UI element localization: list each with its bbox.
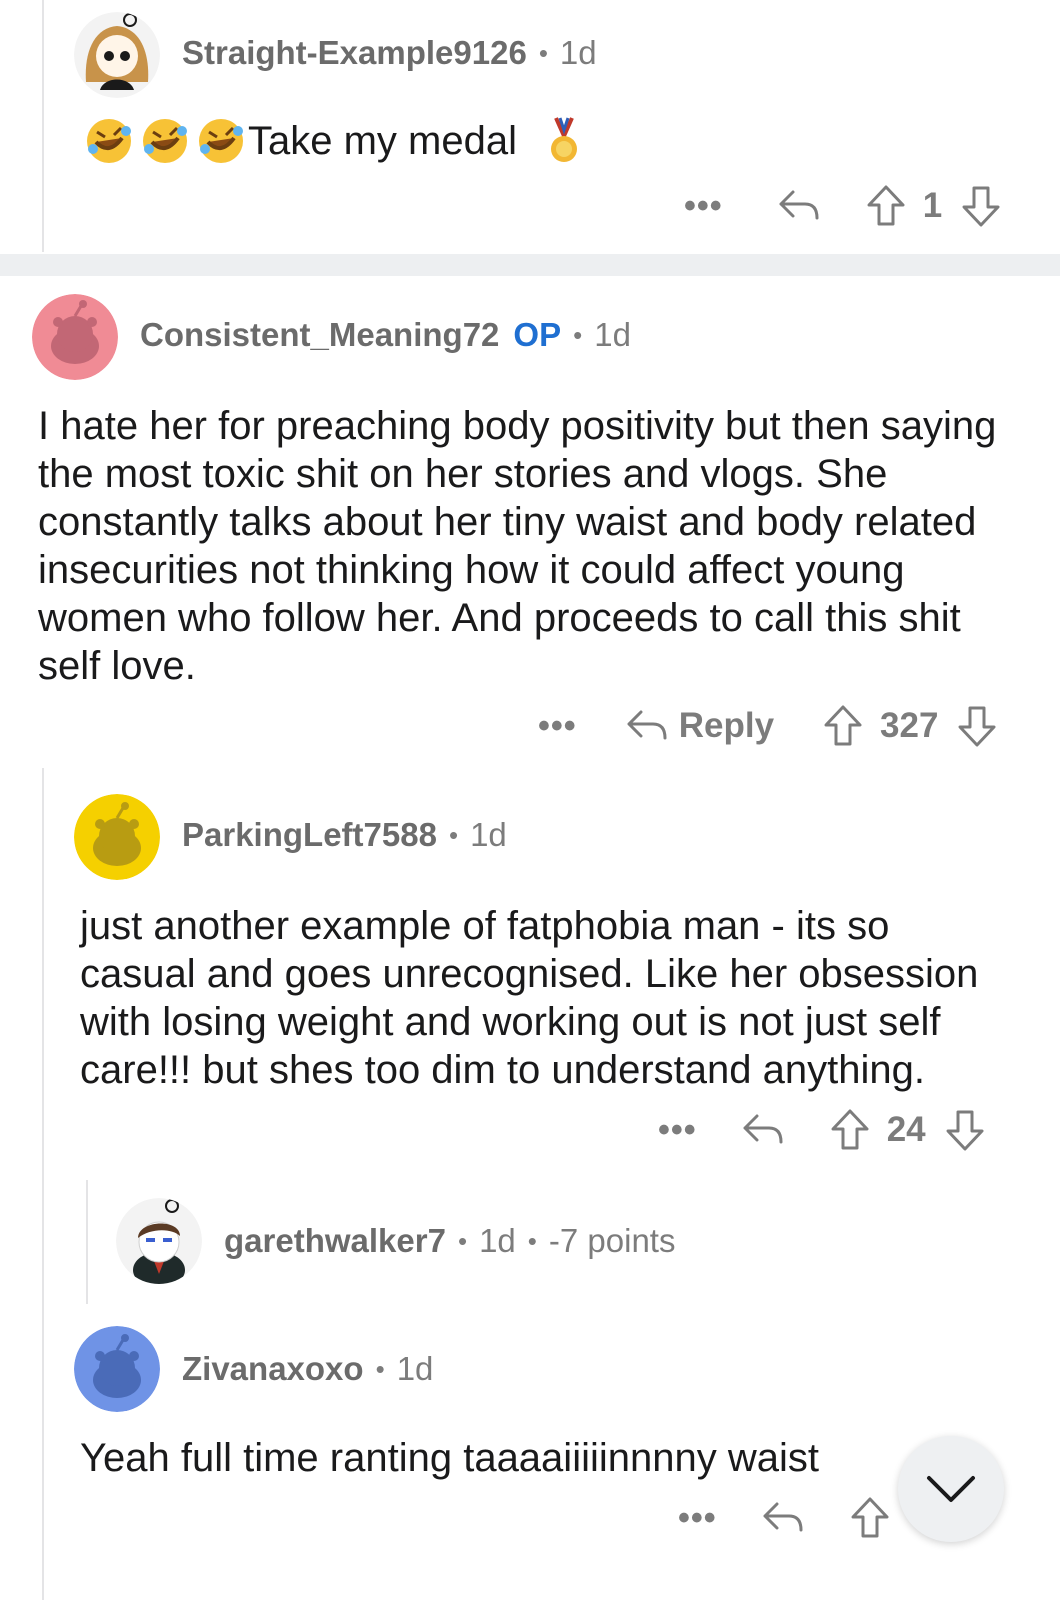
more-options-icon[interactable]: •••	[658, 1113, 697, 1147]
comment-age: 1d	[559, 34, 597, 71]
avatar[interactable]	[116, 1198, 202, 1284]
username[interactable]: Consistent_Meaning72	[140, 316, 499, 354]
vote-count: 24	[886, 1110, 926, 1149]
avatar[interactable]	[74, 1326, 160, 1412]
upvote-arrow-icon[interactable]	[829, 1108, 871, 1152]
more-options-icon[interactable]: •••	[684, 189, 723, 223]
avatar[interactable]	[32, 294, 118, 380]
thread-line	[42, 0, 44, 252]
username[interactable]: garethwalker7	[224, 1222, 446, 1260]
comment-body: Take my medal	[84, 116, 589, 166]
vote-controls: 1	[865, 184, 1002, 228]
meta-separator-dot: •	[573, 319, 583, 350]
vote-controls: 24	[829, 1108, 986, 1152]
comment-age: 1d	[594, 316, 631, 353]
reply-arrow-icon	[743, 1114, 783, 1144]
reply-button[interactable]	[761, 1498, 805, 1538]
upvote-arrow-icon[interactable]	[822, 704, 864, 748]
reply-button[interactable]	[741, 1110, 785, 1150]
avatar[interactable]	[74, 794, 160, 880]
upvote-arrow-icon[interactable]	[849, 1496, 891, 1540]
comment-age: 1d	[479, 1222, 516, 1259]
vote-controls	[849, 1496, 891, 1540]
comment-meta: ParkingLeft7588 • 1d	[182, 816, 507, 854]
comment-actions: •••	[678, 1496, 891, 1540]
downvote-arrow-icon[interactable]	[960, 184, 1002, 228]
comment-meta: Zivanaxoxo • 1d	[182, 1350, 433, 1388]
downvote-arrow-icon[interactable]	[944, 1108, 986, 1152]
downvote-arrow-icon[interactable]	[956, 704, 998, 748]
chevron-down-icon	[927, 1476, 975, 1502]
comment-separator	[0, 254, 1060, 276]
thread-line	[86, 1180, 88, 1304]
thread-line	[42, 768, 44, 1600]
comment-age: 1d	[470, 816, 507, 853]
op-badge: OP	[513, 316, 562, 353]
medal-emoji-icon	[539, 116, 589, 166]
vote-count: 327	[880, 706, 939, 745]
meta-separator-dot: •	[457, 1225, 468, 1256]
comment-text: I hate her for preaching body positivity…	[38, 404, 997, 688]
reply-label: Reply	[678, 706, 775, 745]
rolling-on-floor-laughing-emoji-icon	[84, 116, 134, 166]
comment-age: 1d	[396, 1350, 434, 1387]
comment-text: just another example of fatphobia man - …	[80, 904, 979, 1092]
username[interactable]: ParkingLeft7588	[182, 816, 437, 854]
reply-button[interactable]: Reply	[625, 706, 774, 746]
comment-meta: Straight-Example9126 • 1d	[182, 34, 597, 72]
username[interactable]: Zivanaxoxo	[182, 1350, 364, 1388]
comment-text: Take my medal	[248, 119, 517, 163]
comment-actions: ••• 1	[684, 184, 1002, 228]
avatar[interactable]	[74, 12, 160, 98]
reply-arrow-icon	[763, 1502, 803, 1532]
more-options-icon[interactable]: •••	[678, 1501, 717, 1535]
upvote-arrow-icon[interactable]	[865, 184, 907, 228]
more-options-icon[interactable]: •••	[538, 709, 577, 743]
rolling-on-floor-laughing-emoji-icon	[140, 116, 190, 166]
meta-separator-dot: •	[538, 37, 548, 68]
meta-separator-dot: •	[375, 1353, 385, 1384]
reply-button[interactable]	[777, 186, 821, 226]
rolling-on-floor-laughing-emoji-icon	[196, 116, 246, 166]
reply-arrow-icon	[779, 190, 819, 220]
vote-count: 1	[922, 186, 943, 225]
comment-actions: ••• 24	[658, 1108, 986, 1152]
meta-separator-dot: •	[448, 819, 459, 850]
meta-separator-dot: •	[527, 1225, 537, 1256]
comment-meta: garethwalker7 • 1d • -7 points	[224, 1222, 675, 1260]
comment-text: Yeah full time ranting taaaaiiiiinnnny w…	[80, 1436, 819, 1480]
username[interactable]: Straight-Example9126	[182, 34, 527, 72]
comment-points: -7 points	[548, 1222, 676, 1259]
vote-controls: 327	[822, 704, 998, 748]
comment-actions: ••• Reply 327	[538, 704, 998, 748]
scroll-to-next-button[interactable]	[898, 1436, 1004, 1542]
reply-arrow-icon	[627, 710, 667, 740]
comment-meta: Consistent_Meaning72 OP • 1d	[140, 316, 631, 354]
